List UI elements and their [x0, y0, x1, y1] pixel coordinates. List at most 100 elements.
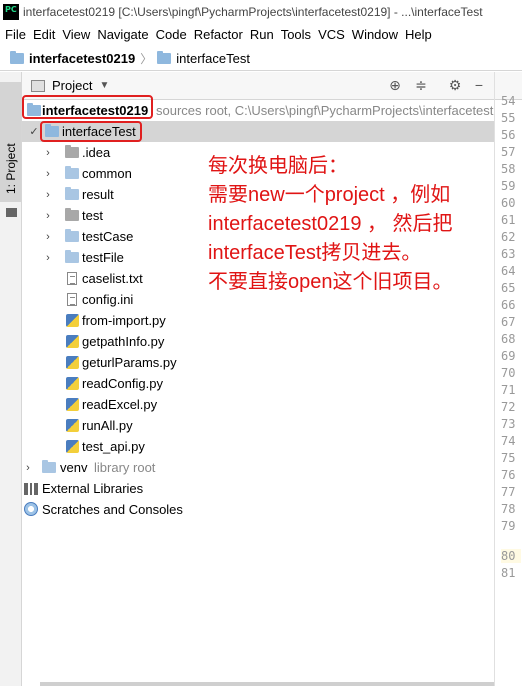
file-name: test_api.py	[82, 439, 145, 454]
tree-row-file[interactable]: runAll.py	[22, 415, 494, 436]
tree-row-file[interactable]: geturlParams.py	[22, 352, 494, 373]
python-file-icon	[66, 335, 79, 348]
menu-navigate[interactable]: Navigate	[97, 27, 148, 42]
tree-row-file[interactable]: test_api.py	[22, 436, 494, 457]
folder-name: result	[82, 187, 114, 202]
folder-icon	[6, 208, 17, 217]
chevron-right-icon[interactable]: ›	[42, 168, 54, 180]
tree-row-file[interactable]: from-import.py	[22, 310, 494, 331]
line-number: 74	[501, 434, 516, 448]
file-name: from-import.py	[82, 313, 166, 328]
breadcrumb-child[interactable]: interfaceTest	[176, 51, 250, 66]
breadcrumb: interfacetest0219 〉 interfaceTest	[0, 47, 522, 71]
menu-refactor[interactable]: Refactor	[194, 27, 243, 42]
line-number: 65	[501, 281, 516, 295]
file-name: runAll.py	[82, 418, 133, 433]
gear-icon[interactable]: ⚙	[446, 77, 464, 94]
window-title: interfacetest0219 [C:\Users\pingf\Pychar…	[23, 5, 483, 19]
tree-row-external-libraries[interactable]: External Libraries	[22, 478, 494, 499]
file-name: config.ini	[82, 292, 134, 307]
line-number: 70	[501, 366, 516, 380]
chevron-right-icon[interactable]: ›	[42, 147, 54, 159]
line-number: 75	[501, 451, 516, 465]
horizontal-scrollbar[interactable]	[40, 682, 494, 686]
line-number: 67	[501, 315, 516, 329]
annotation-line: interfacetest0219 ， 然后把	[208, 213, 453, 235]
line-number: 60	[501, 196, 516, 210]
external-libraries-label: External Libraries	[42, 481, 144, 496]
package-folder-icon	[65, 208, 79, 221]
file-name: getpathInfo.py	[82, 334, 165, 349]
chevron-right-icon[interactable]: ›	[22, 462, 34, 474]
line-number: 69	[501, 349, 516, 363]
chevron-right-icon[interactable]: ›	[42, 231, 54, 243]
folder-name: testCase	[82, 229, 134, 244]
line-number: 81	[501, 566, 516, 580]
chevron-down-icon[interactable]: ▼	[99, 80, 109, 91]
minimize-icon[interactable]: −	[470, 77, 488, 93]
line-number: 62	[501, 230, 516, 244]
line-number: 58	[501, 162, 516, 176]
menu-code[interactable]: Code	[156, 27, 187, 42]
line-number: 73	[501, 417, 516, 431]
tree-row-file[interactable]: getpathInfo.py	[22, 331, 494, 352]
project-view-selector[interactable]: Project	[52, 78, 92, 93]
collapse-all-icon[interactable]: ≑	[412, 77, 430, 94]
scratches-icon	[24, 502, 38, 516]
menu-window[interactable]: Window	[352, 27, 398, 42]
annotation-line: 每次换电脑后：	[208, 155, 348, 177]
line-number: 76	[501, 468, 516, 482]
python-file-icon	[66, 356, 79, 369]
title-bar: PC interfacetest0219 [C:\Users\pingf\Pyc…	[0, 0, 522, 24]
line-number: 72	[501, 400, 516, 414]
menu-help[interactable]: Help	[405, 27, 432, 42]
line-number: 78	[501, 502, 516, 516]
breadcrumb-root[interactable]: interfacetest0219	[29, 51, 135, 66]
text-file-icon	[67, 272, 77, 285]
venv-name: venv	[60, 460, 88, 475]
tree-row-file[interactable]: readExcel.py	[22, 394, 494, 415]
folder-name: test	[82, 208, 103, 223]
menu-edit[interactable]: Edit	[33, 27, 55, 42]
venv-hint: library root	[94, 460, 156, 475]
pycharm-logo-icon: PC	[3, 4, 19, 20]
chevron-right-icon[interactable]: ›	[42, 189, 54, 201]
chevron-right-icon[interactable]: ›	[42, 252, 54, 264]
tree-row-scratches[interactable]: Scratches and Consoles	[22, 499, 494, 520]
tree-row-venv[interactable]: › venv library root	[22, 457, 494, 478]
line-number: 77	[501, 485, 516, 499]
menu-tools[interactable]: Tools	[281, 27, 311, 42]
tool-window-strip: 1: Project	[0, 72, 22, 686]
line-number: 59	[501, 179, 516, 193]
editor-gutter: 54 55 56 57 58 59 60 61 62 63 64 65 66 6…	[494, 72, 522, 686]
chevron-right-icon: 〉	[140, 52, 153, 66]
folder-name: common	[82, 166, 132, 181]
chevron-down-icon[interactable]: ✓	[28, 125, 40, 138]
menu-bar: File Edit View Navigate Code Refactor Ru…	[0, 24, 522, 44]
locate-icon[interactable]: ⊕	[386, 77, 404, 94]
folder-name: testFile	[82, 250, 124, 265]
folder-icon	[42, 460, 56, 473]
tree-row-file[interactable]: readConfig.py	[22, 373, 494, 394]
menu-vcs[interactable]: VCS	[318, 27, 345, 42]
folder-icon	[157, 51, 172, 64]
menu-file[interactable]: File	[5, 27, 26, 42]
annotation-line: 不要直接open这个旧项目。	[208, 271, 453, 293]
line-number: 61	[501, 213, 516, 227]
project-view-icon	[31, 79, 45, 92]
library-icon	[24, 483, 38, 495]
menu-run[interactable]: Run	[250, 27, 274, 42]
python-file-icon	[66, 398, 79, 411]
root-project-hint: sources root, C:\Users\pingf\PycharmProj…	[156, 103, 494, 118]
folder-icon	[10, 51, 24, 64]
project-tool-tab[interactable]: 1: Project	[0, 82, 21, 202]
chevron-right-icon[interactable]: ›	[42, 210, 54, 222]
menu-view[interactable]: View	[62, 27, 90, 42]
config-file-icon	[67, 293, 77, 306]
project-tool-tab-label: 1: Project	[4, 143, 18, 194]
line-number: 64	[501, 264, 516, 278]
folder-icon	[65, 166, 79, 179]
line-number: 54	[501, 94, 516, 108]
folder-icon	[65, 250, 79, 263]
line-number: 79	[501, 519, 516, 533]
